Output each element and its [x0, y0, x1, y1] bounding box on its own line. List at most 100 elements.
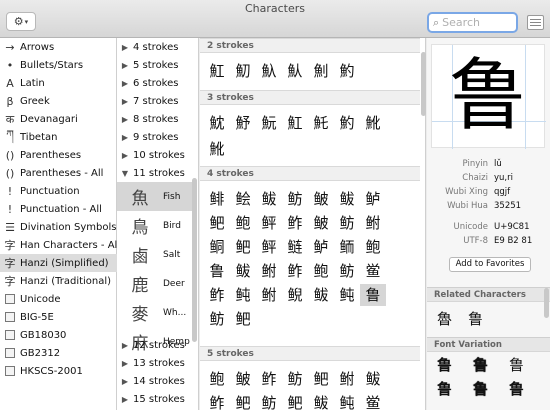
character-cell[interactable]: 鲢: [282, 236, 308, 258]
stroke-group[interactable]: ▶ 15 strokes: [117, 390, 199, 408]
character-cell[interactable]: 鲃: [204, 212, 230, 234]
disclosure-right-icon[interactable]: ▶: [117, 43, 133, 52]
font-variant[interactable]: 鲁: [473, 379, 509, 399]
character-cell[interactable]: 鲆: [256, 212, 282, 234]
related-character[interactable]: 鲁: [468, 308, 483, 329]
disclosure-right-icon[interactable]: ▶: [117, 97, 133, 106]
character-cell[interactable]: 魞: [256, 60, 282, 82]
character-cell[interactable]: 鲃: [308, 368, 334, 390]
stroke-group-expanded[interactable]: ▼ 11 strokes: [117, 164, 199, 182]
disclosure-right-icon[interactable]: ▶: [117, 377, 133, 386]
stroke-group[interactable]: ▶ 12 strokes: [117, 336, 199, 354]
stroke-group[interactable]: ▶ 7 strokes: [117, 92, 199, 110]
category-item[interactable]: β Greek: [0, 92, 117, 110]
character-cell[interactable]: 鲊: [204, 392, 230, 410]
character-cell[interactable]: 鲱: [204, 188, 230, 210]
character-cell[interactable]: 魭: [256, 112, 282, 134]
character-cell[interactable]: 鲂: [282, 188, 308, 210]
character-cell[interactable]: 魜: [282, 60, 308, 82]
character-cell[interactable]: 鲋: [256, 284, 282, 306]
character-cell[interactable]: 鲈: [308, 236, 334, 258]
character-cell[interactable]: 鲆: [256, 236, 282, 258]
category-item[interactable]: BIG-5E: [0, 308, 117, 326]
character-cell[interactable]: 魠: [308, 112, 334, 134]
font-variant[interactable]: 鲁: [437, 355, 473, 375]
category-item[interactable]: HKSCS-2001: [0, 362, 117, 380]
character-cell[interactable]: 鲀: [230, 284, 256, 306]
character-cell[interactable]: 魡: [334, 112, 360, 134]
category-item[interactable]: GB2312: [0, 344, 117, 362]
radical-item[interactable]: 鳥 Bird: [117, 211, 193, 240]
character-cell[interactable]: 鲎: [360, 260, 386, 282]
character-cell[interactable]: 鲕: [334, 236, 360, 258]
character-cell[interactable]: 魡: [334, 60, 360, 82]
disclosure-right-icon[interactable]: ▶: [117, 395, 133, 404]
character-cell[interactable]: 鲏: [308, 188, 334, 210]
category-item[interactable]: Unicode: [0, 290, 117, 308]
character-cell[interactable]: 鲍: [230, 212, 256, 234]
category-item[interactable]: () Parentheses - All: [0, 164, 117, 182]
disclosure-right-icon[interactable]: ▶: [117, 115, 133, 124]
category-item[interactable]: ! Punctuation: [0, 182, 117, 200]
category-item[interactable]: • Bullets/Stars: [0, 56, 117, 74]
category-item[interactable]: ཀ Tibetan: [0, 128, 117, 146]
related-character[interactable]: 魯: [437, 308, 452, 329]
character-cell[interactable]: 鲙: [230, 188, 256, 210]
character-cell[interactable]: 魫: [204, 112, 230, 134]
category-item[interactable]: → Arrows: [0, 38, 117, 56]
radical-list-scrollbar[interactable]: [192, 178, 197, 342]
category-item[interactable]: () Parentheses: [0, 146, 117, 164]
disclosure-right-icon[interactable]: ▶: [117, 151, 133, 160]
character-cell[interactable]: 鲃: [230, 392, 256, 410]
disclosure-right-icon[interactable]: ▶: [117, 61, 133, 70]
character-cell[interactable]: 鲋: [334, 368, 360, 390]
disclosure-right-icon[interactable]: ▶: [117, 341, 133, 350]
category-item[interactable]: 字 Han Characters - All: [0, 236, 121, 254]
character-cell[interactable]: 鲏: [230, 368, 256, 390]
radical-item-selected[interactable]: 魚 Fish: [117, 182, 193, 211]
character-cell[interactable]: 鲂: [204, 308, 230, 330]
character-cell[interactable]: 魤: [360, 112, 386, 134]
character-cell[interactable]: 鲅: [230, 260, 256, 282]
stroke-radical-list[interactable]: ▶ 4 strokes ▶ 5 strokes ▶ 6 strokes ▶ 7 stro…: [117, 38, 199, 410]
character-cell[interactable]: 鲊: [256, 368, 282, 390]
stroke-group[interactable]: ▶ 8 strokes: [117, 110, 199, 128]
disclosure-right-icon[interactable]: ▶: [117, 79, 133, 88]
inspector-scrollbar[interactable]: [544, 288, 549, 318]
character-cell[interactable]: 魣: [230, 112, 256, 134]
character-cell[interactable]: 鲈: [360, 188, 386, 210]
character-cell[interactable]: 魤: [204, 138, 230, 160]
character-cell[interactable]: 鲏: [308, 212, 334, 234]
disclosure-right-icon[interactable]: ▶: [117, 359, 133, 368]
stroke-group[interactable]: ▶ 14 strokes: [117, 372, 199, 390]
stroke-group[interactable]: ▶ 4 strokes: [117, 38, 199, 56]
character-cell[interactable]: 鲍: [360, 236, 386, 258]
character-cell[interactable]: 鲊: [282, 212, 308, 234]
character-cell[interactable]: 鲃: [282, 392, 308, 410]
character-cell[interactable]: 鲅: [308, 392, 334, 410]
character-cell[interactable]: 鲵: [282, 284, 308, 306]
character-cell[interactable]: 鲅: [334, 188, 360, 210]
character-cell[interactable]: 鲋: [360, 212, 386, 234]
disclosure-down-icon[interactable]: ▼: [117, 169, 133, 178]
character-cell-selected[interactable]: 鲁: [360, 284, 386, 306]
add-to-favorites-button[interactable]: Add to Favorites: [449, 257, 531, 272]
character-cell[interactable]: 魟: [204, 60, 230, 82]
category-item[interactable]: ☰ Divination Symbols: [0, 218, 117, 236]
character-cell[interactable]: 鲂: [334, 260, 360, 282]
character-grid[interactable]: 2 strokes 魟 魛 魞 魜 魝 魡 3 strokes 魫 魣 魭 魟 …: [200, 38, 426, 410]
stroke-group[interactable]: ▶ 5 strokes: [117, 56, 199, 74]
related-characters-header[interactable]: Related Characters: [427, 287, 550, 302]
stroke-group[interactable]: ▶ 9 strokes: [117, 128, 199, 146]
character-cell[interactable]: 鲂: [334, 212, 360, 234]
character-cell[interactable]: 鲊: [282, 260, 308, 282]
disclosure-right-icon[interactable]: ▶: [117, 133, 133, 142]
character-cell[interactable]: 鲂: [256, 392, 282, 410]
sidebar-toggle-icon[interactable]: [527, 15, 544, 30]
character-cell[interactable]: 鲁: [204, 260, 230, 282]
character-cell[interactable]: 魝: [308, 60, 334, 82]
character-cell[interactable]: 魛: [230, 60, 256, 82]
stroke-group[interactable]: ▶ 6 strokes: [117, 74, 199, 92]
character-cell[interactable]: 魟: [282, 112, 308, 134]
font-variant[interactable]: 鲁: [509, 379, 545, 399]
